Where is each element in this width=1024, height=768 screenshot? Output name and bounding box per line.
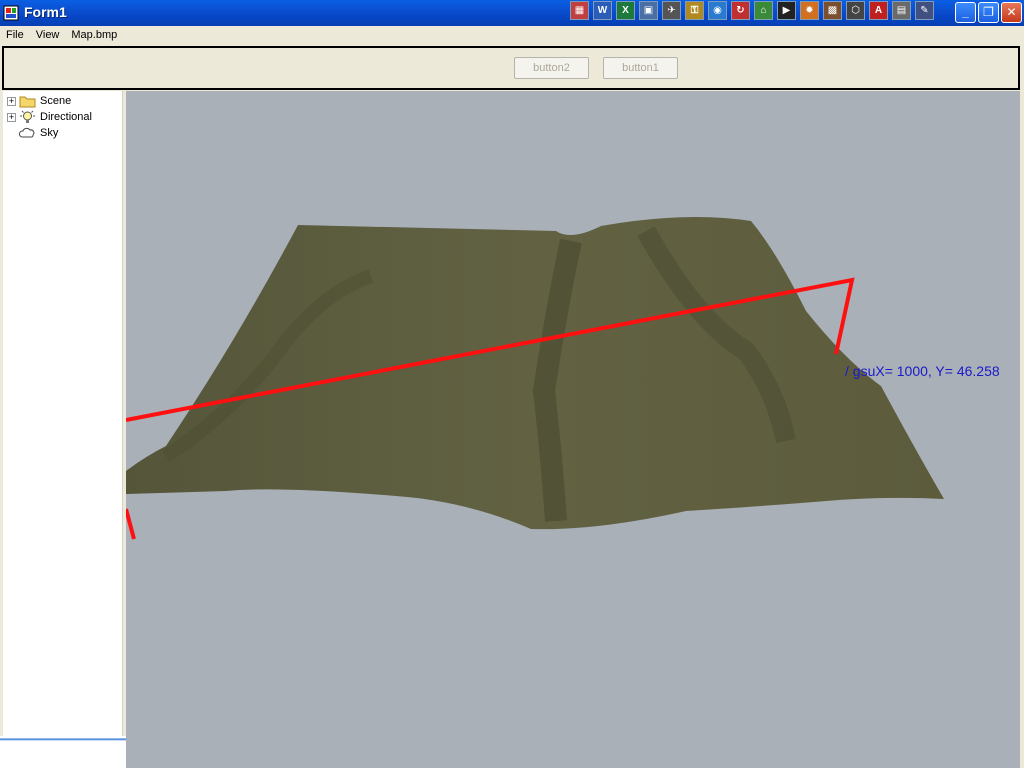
- menu-map[interactable]: Map.bmp: [65, 29, 123, 41]
- title-bar[interactable]: Form1 ▦ W X ▣ ✈ ⚿ ◉ ↻ ⌂ ▶ ✹ ▩ ⬡ A ▤ ✎ _ …: [0, 0, 1024, 26]
- menu-view[interactable]: View: [30, 29, 66, 41]
- cloud-icon: [19, 127, 35, 138]
- status-strip: [0, 736, 126, 768]
- tree-item-directional[interactable]: + Directional: [7, 109, 92, 125]
- menu-bar: File View Map.bmp: [0, 26, 1024, 44]
- console-icon[interactable]: ▶: [777, 1, 796, 20]
- edit-icon[interactable]: ✎: [915, 1, 934, 20]
- word-icon[interactable]: W: [593, 1, 612, 20]
- tree-item-sky[interactable]: Sky: [19, 125, 58, 141]
- map-icon[interactable]: ▩: [823, 1, 842, 20]
- selection-line: [126, 508, 136, 540]
- scene-tree[interactable]: + Scene + Directional Sky: [3, 91, 123, 768]
- flame-icon[interactable]: ✹: [800, 1, 819, 20]
- window-border: [1020, 91, 1024, 768]
- toolbar-icons: ▦ W X ▣ ✈ ⚿ ◉ ↻ ⌂ ▶ ✹ ▩ ⬡ A ▤ ✎: [568, 0, 936, 22]
- satellite-icon[interactable]: ✈: [662, 1, 681, 20]
- tree-item-scene[interactable]: + Scene: [7, 93, 71, 109]
- pdf-icon[interactable]: A: [869, 1, 888, 20]
- tree-item-label: Directional: [40, 111, 92, 123]
- monitor-icon[interactable]: ▣: [639, 1, 658, 20]
- light-bulb-icon: [20, 110, 35, 123]
- globe-icon[interactable]: ◉: [708, 1, 727, 20]
- folder-icon: [19, 96, 36, 108]
- terrain-surface: [126, 217, 944, 530]
- cube-icon[interactable]: ⬡: [846, 1, 865, 20]
- window-controls: _ ❐ ✕: [953, 2, 1022, 23]
- expand-icon[interactable]: +: [7, 112, 16, 122]
- palette-icon[interactable]: ▦: [570, 1, 589, 20]
- button2[interactable]: button2: [514, 57, 589, 79]
- expand-icon[interactable]: +: [7, 96, 16, 106]
- refresh-icon[interactable]: ↻: [731, 1, 750, 20]
- window-title: Form1: [24, 4, 67, 20]
- maximize-button[interactable]: ❐: [978, 2, 999, 23]
- app-icon: [3, 5, 19, 21]
- terrain-render: [126, 217, 944, 540]
- toolbar-panel: button2 button1: [2, 46, 1020, 90]
- menu-file[interactable]: File: [0, 29, 30, 41]
- coordinate-readout: / gsuX= 1000, Y= 46.258: [845, 363, 1000, 379]
- window-icon[interactable]: ▤: [892, 1, 911, 20]
- close-button[interactable]: ✕: [1001, 2, 1022, 23]
- network-icon[interactable]: ⌂: [754, 1, 773, 20]
- tree-item-label: Scene: [40, 95, 72, 107]
- minimize-button[interactable]: _: [955, 2, 976, 23]
- render-viewport[interactable]: / gsuX= 1000, Y= 46.258: [126, 91, 1020, 768]
- button1[interactable]: button1: [603, 57, 678, 79]
- excel-icon[interactable]: X: [616, 1, 635, 20]
- tree-item-label: Sky: [40, 127, 59, 139]
- key-icon[interactable]: ⚿: [685, 1, 704, 20]
